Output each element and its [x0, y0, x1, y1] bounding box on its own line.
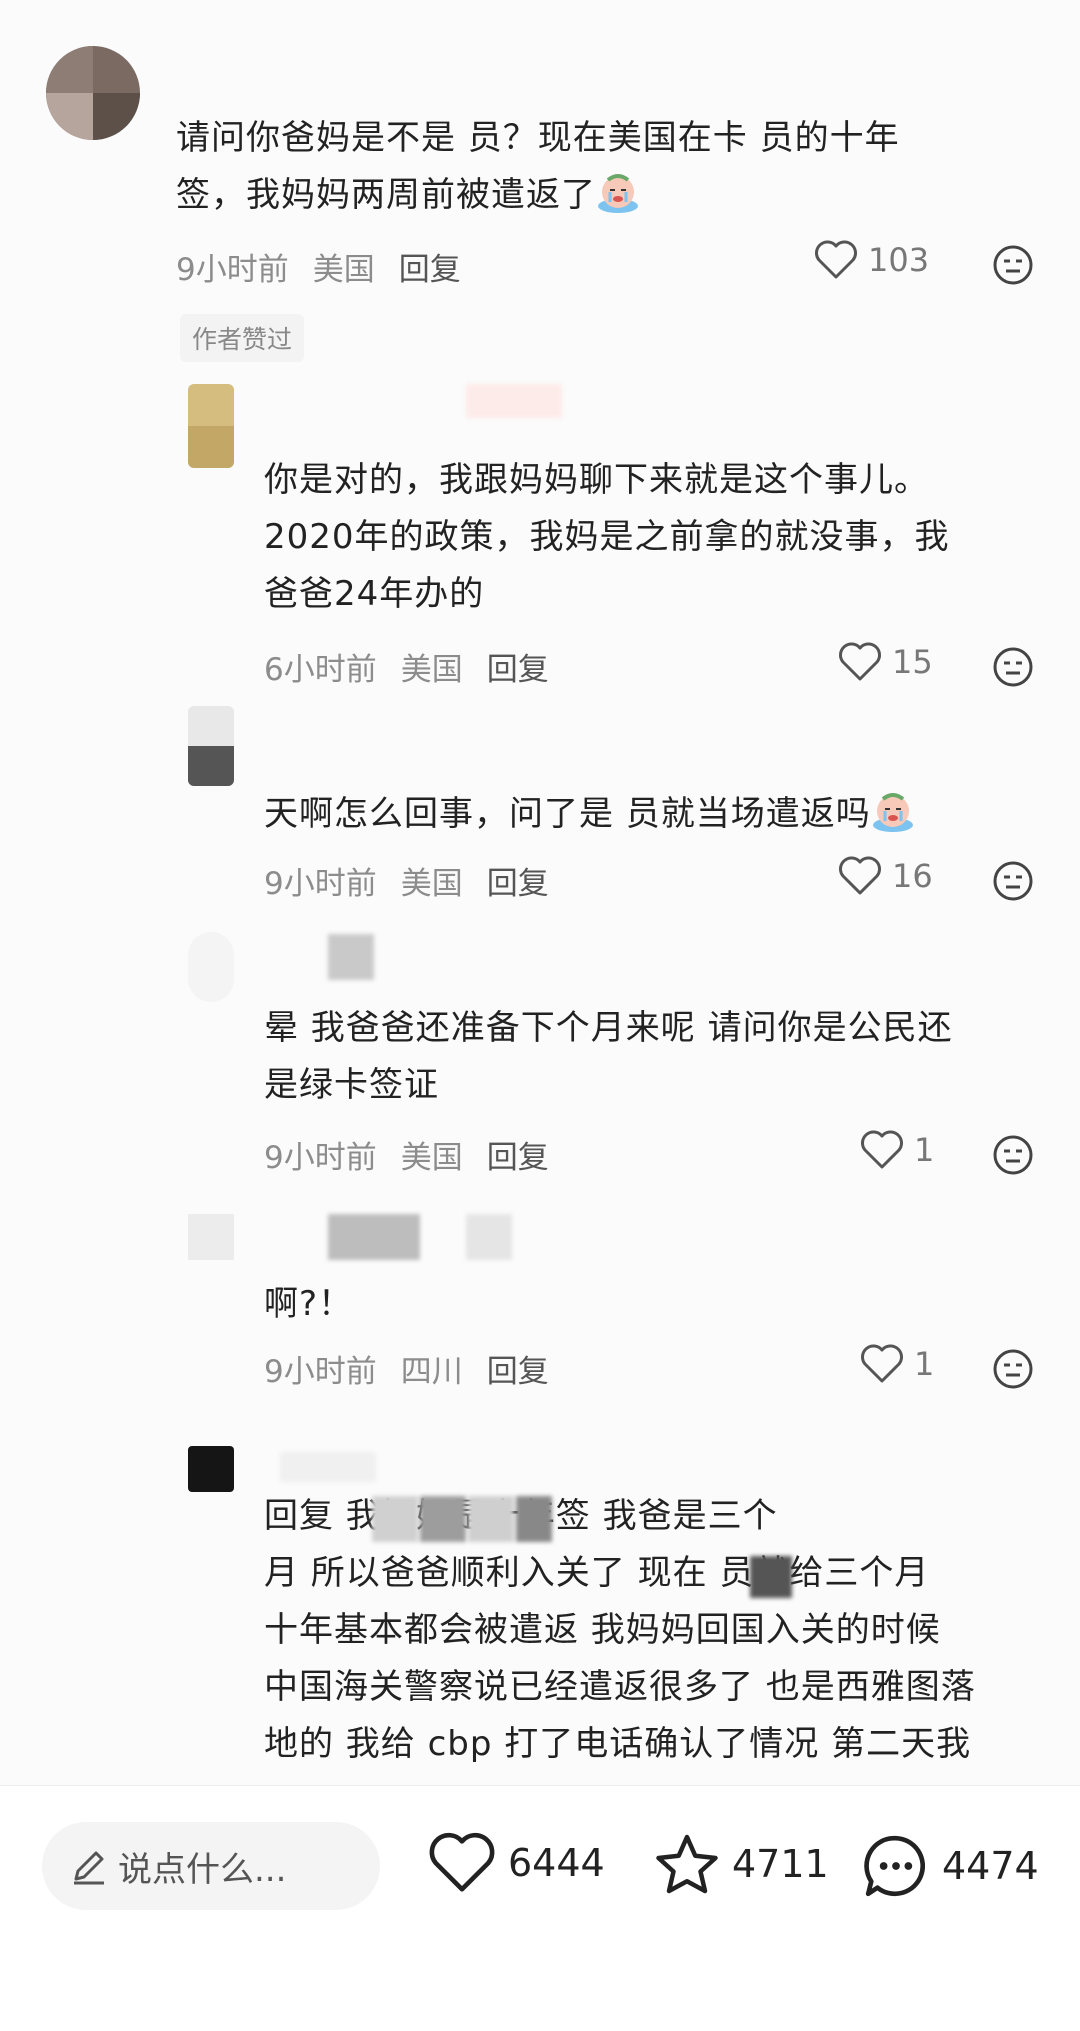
timestamp: 9小时前: [264, 1140, 377, 1176]
comment-line: 是绿卡签证: [264, 1065, 439, 1105]
avatar-reply-5[interactable]: [188, 1446, 234, 1492]
reply-button[interactable]: 回复: [487, 866, 549, 902]
chat-bubble-icon: [864, 1835, 926, 1897]
comment-line: 爸爸24年办的: [264, 574, 485, 614]
comment-line: 中国海关警察说已经遣返很多了 也是西雅图落: [264, 1667, 976, 1707]
location: 美国: [400, 652, 463, 688]
mention-blurred: [468, 1496, 514, 1542]
neutral-face-icon[interactable]: [992, 646, 1034, 688]
heart-icon: [429, 1832, 495, 1892]
location: 美国: [400, 1140, 463, 1176]
comments-button[interactable]: 4474: [862, 1832, 1039, 1900]
username-blurred: [280, 1452, 376, 1482]
favorite-button[interactable]: 4711: [654, 1832, 829, 1896]
crying-emoji-icon: [872, 793, 913, 832]
comment-meta: 9小时前 美国 回复: [264, 1132, 573, 1177]
heart-icon: [861, 1344, 903, 1383]
reply-button[interactable]: 回复: [399, 252, 461, 288]
avatar-reply-1[interactable]: [188, 384, 234, 468]
heart-icon: [839, 856, 881, 895]
reply-button[interactable]: 回复: [487, 652, 549, 688]
post-like-count: 6444: [508, 1841, 605, 1885]
author-liked-badge: 作者赞过: [180, 314, 305, 362]
like-post-button[interactable]: 6444: [428, 1832, 605, 1894]
comment-line: 晕 我爸爸还准备下个月来呢 请问你是公民还: [264, 1008, 953, 1048]
comment-meta: 9小时前 美国 回复: [176, 244, 485, 289]
username-blurred: [328, 1214, 420, 1260]
comment-text: 晕 我爸爸还准备下个月来呢 请问你是公民还 是绿卡签证: [264, 1000, 1054, 1114]
comment-line: 月 所以爸爸顺利入关了 现在 员就给三个月: [264, 1553, 930, 1593]
reply-button[interactable]: 回复: [487, 1354, 549, 1390]
comment-line: 啊?！: [264, 1284, 354, 1324]
like-button[interactable]: 1: [860, 1130, 934, 1170]
like-button[interactable]: 1: [860, 1344, 934, 1384]
timestamp: 9小时前: [264, 866, 377, 902]
comment-line: 天啊怎么回事，问了是 员就当场遣返吗: [264, 786, 1054, 843]
mention-blurred: [420, 1496, 466, 1542]
username-blurred: [328, 934, 374, 980]
bottom-action-bar: 说点什么... 6444 4711 4474: [0, 1785, 1080, 2031]
like-button[interactable]: 16: [838, 856, 933, 896]
comment-line: 你是对的，我跟妈妈聊下来就是这个事儿。: [264, 460, 929, 500]
comment-meta: 6小时前 美国 回复: [264, 644, 573, 689]
comment-input-placeholder: 说点什么...: [118, 1849, 287, 1890]
heart-icon: [861, 1130, 903, 1169]
mention-blurred: [516, 1496, 552, 1542]
comment-line: 地的 我给 cbp 打了电话确认了情况 第二天我: [264, 1724, 972, 1764]
like-button[interactable]: 15: [838, 642, 933, 682]
comment-text: 你是对的，我跟妈妈聊下来就是这个事儿。 2020年的政策，我妈是之前拿的就没事，…: [264, 452, 1054, 623]
neutral-face-icon[interactable]: [992, 860, 1034, 902]
comment-text: 请问你爸妈是不是 员？现在美国在卡 员的十年 签，我妈妈两周前被遣返了: [176, 110, 1056, 224]
star-icon: [656, 1834, 718, 1894]
neutral-face-icon[interactable]: [992, 1134, 1034, 1176]
favorite-count: 4711: [732, 1842, 829, 1886]
like-button[interactable]: 103: [814, 240, 929, 280]
avatar-reply-4[interactable]: [188, 1214, 234, 1260]
comment-line: 十年基本都会被遣返 我妈妈回国入关的时候: [264, 1610, 941, 1650]
like-count: 15: [892, 643, 933, 681]
timestamp: 9小时前: [176, 252, 289, 288]
timestamp: 6小时前: [264, 652, 377, 688]
comment-line: 请问你爸妈是不是 员？现在美国在卡 员的十年: [176, 118, 900, 158]
comment-line: 签，我妈妈两周前被遣返了: [176, 167, 1056, 224]
timestamp: 9小时前: [264, 1354, 377, 1390]
location: 四川: [400, 1354, 463, 1390]
comment-text: 天啊怎么回事，问了是 员就当场遣返吗: [264, 786, 1054, 843]
avatar-reply-2[interactable]: [188, 706, 234, 786]
neutral-face-icon[interactable]: [992, 1348, 1034, 1390]
pencil-icon: [74, 1851, 104, 1885]
comment-input[interactable]: 说点什么...: [42, 1822, 380, 1910]
mention-blurred: [372, 1496, 418, 1542]
like-count: 16: [892, 857, 933, 895]
reply-button[interactable]: 回复: [487, 1140, 549, 1176]
comment-meta: 9小时前 四川 回复: [264, 1346, 573, 1391]
heart-icon: [815, 240, 857, 279]
crying-emoji-icon: [598, 174, 638, 213]
like-count: 1: [914, 1345, 935, 1383]
heart-icon: [839, 642, 881, 681]
text-blurred: [750, 1556, 792, 1598]
like-count: 1: [914, 1131, 935, 1169]
avatar-commenter-1[interactable]: [46, 46, 140, 140]
location: 美国: [312, 252, 375, 288]
comment-meta: 9小时前 美国 回复: [264, 858, 573, 903]
comment-count: 4474: [942, 1844, 1039, 1888]
username-blurred: [466, 1214, 512, 1260]
comment-text: 啊?！: [264, 1276, 1054, 1333]
neutral-face-icon[interactable]: [992, 244, 1034, 286]
comment-line: 2020年的政策，我妈是之前拿的就没事，我: [264, 517, 950, 557]
like-count: 103: [868, 241, 930, 279]
username-blurred: [466, 384, 562, 418]
location: 美国: [400, 866, 463, 902]
avatar-reply-3[interactable]: [188, 932, 234, 1002]
